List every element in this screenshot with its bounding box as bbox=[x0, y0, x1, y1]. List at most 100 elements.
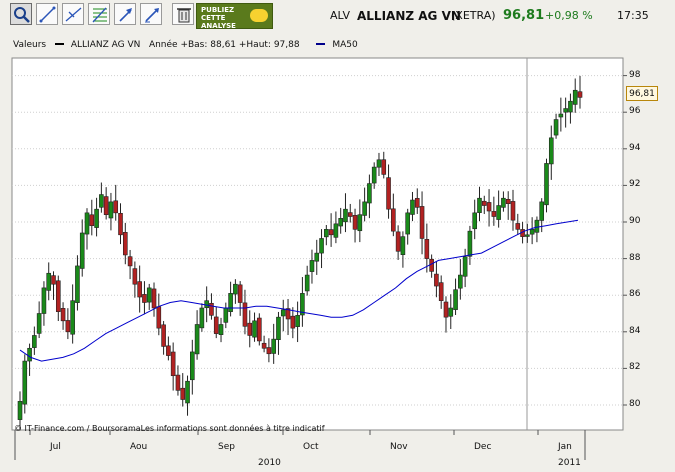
y-tick-label: 82 bbox=[629, 362, 641, 373]
candle-body bbox=[103, 196, 109, 215]
candle-body bbox=[199, 307, 205, 329]
x-tick-label: Aou bbox=[130, 442, 148, 452]
candle-body bbox=[32, 335, 37, 348]
candle-body bbox=[180, 387, 186, 400]
cross-line-tool-button[interactable] bbox=[62, 3, 84, 25]
candle-body bbox=[558, 113, 564, 118]
candle-body bbox=[419, 206, 425, 239]
candle-body bbox=[51, 275, 56, 285]
candle-body bbox=[424, 239, 430, 259]
candle-body bbox=[55, 280, 61, 312]
candle-body bbox=[223, 307, 229, 323]
candle-body bbox=[371, 166, 377, 184]
candle-body bbox=[89, 214, 95, 226]
candle-body bbox=[563, 108, 568, 113]
x-tick-label: Sep bbox=[218, 442, 235, 452]
fibonacci-tool-button[interactable] bbox=[88, 3, 110, 25]
candle-body bbox=[166, 345, 171, 356]
candle-body bbox=[314, 252, 320, 262]
fibonacci-icon bbox=[92, 7, 107, 23]
candle-body bbox=[328, 229, 334, 236]
candle-body bbox=[324, 229, 329, 238]
candle-body bbox=[438, 282, 444, 301]
delete-tool-button[interactable] bbox=[172, 3, 194, 25]
candle-body bbox=[108, 201, 114, 219]
candle-body bbox=[448, 307, 454, 317]
candle-body bbox=[510, 201, 516, 221]
y-tick-label: 84 bbox=[629, 325, 641, 336]
candle-body bbox=[137, 281, 142, 298]
candle-body bbox=[257, 317, 262, 342]
zoom-tool-button[interactable] bbox=[10, 3, 32, 25]
candle-body bbox=[65, 320, 71, 333]
price-chart[interactable] bbox=[0, 38, 675, 472]
candle-body bbox=[304, 274, 310, 292]
candle-body bbox=[319, 238, 324, 254]
candle-body bbox=[271, 338, 276, 354]
candle-body bbox=[515, 223, 521, 230]
x-tick-label: Jan bbox=[558, 442, 572, 452]
publish-analysis-button[interactable]: PUBLIEZ CETTE ANALYSE bbox=[196, 3, 273, 30]
candle-body bbox=[142, 294, 147, 303]
candle-body bbox=[170, 351, 176, 377]
promo-line-2: CETTE bbox=[201, 14, 226, 22]
candle-body bbox=[175, 374, 181, 391]
candle-body bbox=[309, 260, 315, 272]
plot-area bbox=[11, 57, 624, 431]
trend-line-tool-button[interactable] bbox=[36, 3, 58, 25]
arrow-tool-button[interactable] bbox=[114, 3, 136, 25]
candle-body bbox=[204, 300, 209, 309]
candle-body bbox=[46, 272, 52, 291]
candle-body bbox=[568, 100, 573, 113]
candle-body bbox=[17, 401, 23, 420]
candle-body bbox=[381, 159, 387, 175]
candle-body bbox=[261, 342, 267, 349]
last-price-marker: 96,81 bbox=[626, 86, 658, 101]
candle-body bbox=[84, 212, 90, 235]
candle-body bbox=[400, 236, 406, 256]
candle-body bbox=[237, 284, 243, 303]
candle-body bbox=[36, 313, 42, 334]
candle-body bbox=[357, 214, 363, 232]
candle-body bbox=[386, 177, 391, 210]
candle-body bbox=[60, 308, 66, 322]
candle-body bbox=[472, 212, 478, 230]
candle-body bbox=[151, 288, 157, 309]
x-tick-label: Oct bbox=[303, 442, 319, 452]
promo-line-1: PUBLIEZ bbox=[201, 6, 235, 14]
candle-body bbox=[486, 202, 492, 212]
y-tick-label: 88 bbox=[629, 252, 641, 263]
candle-body bbox=[99, 194, 104, 208]
toolbar: PUBLIEZ CETTE ANALYSE ALV ALLIANZ AG VN … bbox=[0, 0, 675, 34]
candle-body bbox=[462, 256, 468, 277]
quote-name: ALLIANZ AG VN bbox=[357, 9, 461, 23]
chart-canvas[interactable] bbox=[0, 38, 675, 472]
x-tick-label: Nov bbox=[390, 442, 408, 452]
candle-body bbox=[276, 316, 281, 340]
candle-body bbox=[352, 215, 358, 230]
candle-body bbox=[146, 287, 152, 303]
candle-body bbox=[443, 301, 449, 318]
cross-line-icon bbox=[65, 7, 82, 22]
candle-body bbox=[453, 289, 458, 310]
candle-body bbox=[391, 208, 396, 232]
candle-body bbox=[194, 324, 200, 355]
candle-body bbox=[132, 268, 138, 285]
candle-body bbox=[156, 306, 162, 329]
candle-body bbox=[496, 205, 501, 220]
annotate-tool-button[interactable] bbox=[140, 3, 162, 25]
pencil-icon bbox=[145, 8, 159, 23]
candle-body bbox=[79, 232, 85, 269]
candle-body bbox=[458, 274, 463, 289]
candle-body bbox=[122, 232, 128, 256]
candle-body bbox=[213, 316, 219, 334]
candle-body bbox=[544, 163, 549, 206]
candle-body bbox=[477, 197, 482, 213]
candle-body bbox=[333, 223, 339, 238]
candle-body bbox=[491, 211, 497, 217]
candle-body bbox=[362, 201, 367, 216]
candle-body bbox=[501, 197, 506, 208]
candle-body bbox=[113, 200, 119, 214]
year-label: 2011 bbox=[558, 458, 581, 468]
x-tick-label: Dec bbox=[474, 442, 492, 452]
